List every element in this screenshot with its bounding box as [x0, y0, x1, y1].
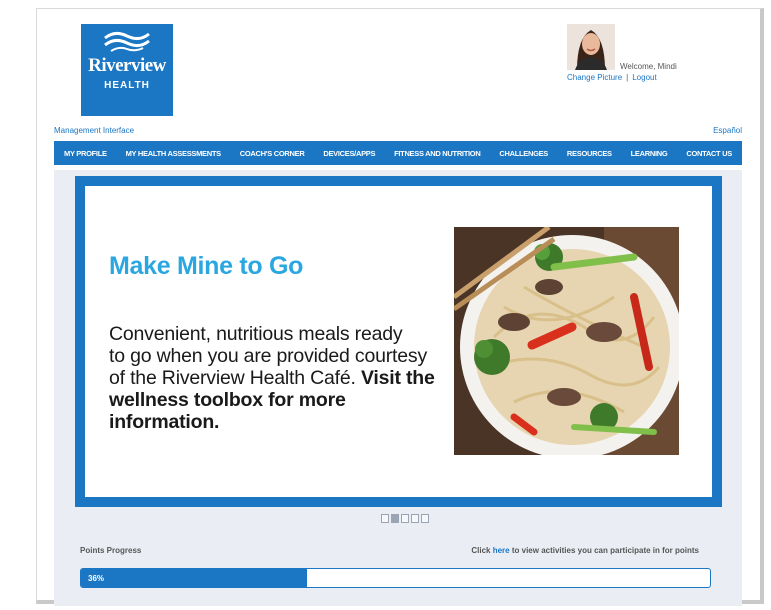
slide-body: Convenient, nutritious meals ready to go…	[109, 323, 459, 433]
welcome-text: Welcome, Mindi	[620, 62, 677, 71]
carousel-dot[interactable]	[381, 514, 389, 523]
points-activities-text: Click here to view activities you can pa…	[471, 546, 699, 555]
carousel-slide[interactable]: Make Mine to Go Convenient, nutritious m…	[75, 176, 722, 507]
slide-body-bold: Visit the	[360, 367, 435, 389]
nav-learning[interactable]: LEARNING	[631, 149, 668, 158]
language-link[interactable]: Español	[713, 126, 742, 135]
carousel-dot[interactable]	[421, 514, 429, 523]
carousel-dot[interactable]	[401, 514, 409, 523]
nav-my-health-assessments[interactable]: MY HEALTH ASSESSMENTS	[126, 149, 222, 158]
points-progress-label: Points Progress	[80, 546, 142, 555]
nav-challenges[interactable]: CHALLENGES	[499, 149, 548, 158]
brand-subtitle: HEALTH	[104, 80, 150, 91]
points-progress-fill	[81, 569, 308, 587]
noodle-bowl-image	[454, 227, 679, 455]
change-picture-link[interactable]: Change Picture	[567, 73, 622, 82]
slide-body-line: to go when you are provided courtesy	[109, 345, 427, 367]
nav-resources[interactable]: RESOURCES	[567, 149, 612, 158]
riverview-health-logo[interactable]: Riverview HEALTH	[81, 24, 173, 116]
slide-body-bold: wellness toolbox for more information.	[109, 389, 346, 433]
nav-devices-apps[interactable]: DEVICES/APPS	[323, 149, 375, 158]
waves-icon	[104, 31, 150, 52]
carousel-dot-active[interactable]	[391, 514, 399, 523]
nav-coachs-corner[interactable]: COACH'S CORNER	[240, 149, 305, 158]
management-interface-link[interactable]: Management Interface	[54, 126, 134, 135]
link-separator: |	[626, 73, 629, 82]
slide-body-line: Convenient, nutritious meals ready	[109, 323, 403, 345]
logout-link[interactable]: Logout	[632, 73, 656, 82]
points-progress-bar: 36%	[80, 568, 711, 588]
slide-title: Make Mine to Go	[109, 252, 304, 280]
user-links: Change Picture | Logout	[567, 73, 657, 82]
main-nav: MY PROFILE MY HEALTH ASSESSMENTS COACH'S…	[54, 141, 742, 165]
points-click-suffix: to view activities you can participate i…	[509, 546, 699, 555]
slide-body-line: of the Riverview Health Café.	[109, 367, 361, 389]
points-progress-percent: 36%	[88, 574, 105, 583]
carousel-dot[interactable]	[411, 514, 419, 523]
points-here-link[interactable]: here	[493, 546, 510, 555]
carousel-indicators	[381, 514, 429, 523]
avatar[interactable]	[567, 24, 615, 70]
nav-contact-us[interactable]: CONTACT US	[686, 149, 732, 158]
nav-fitness-and-nutrition[interactable]: FITNESS AND NUTRITION	[394, 149, 481, 158]
nav-my-profile[interactable]: MY PROFILE	[64, 149, 107, 158]
brand-name: Riverview	[88, 55, 166, 76]
points-click-prefix: Click	[471, 546, 493, 555]
